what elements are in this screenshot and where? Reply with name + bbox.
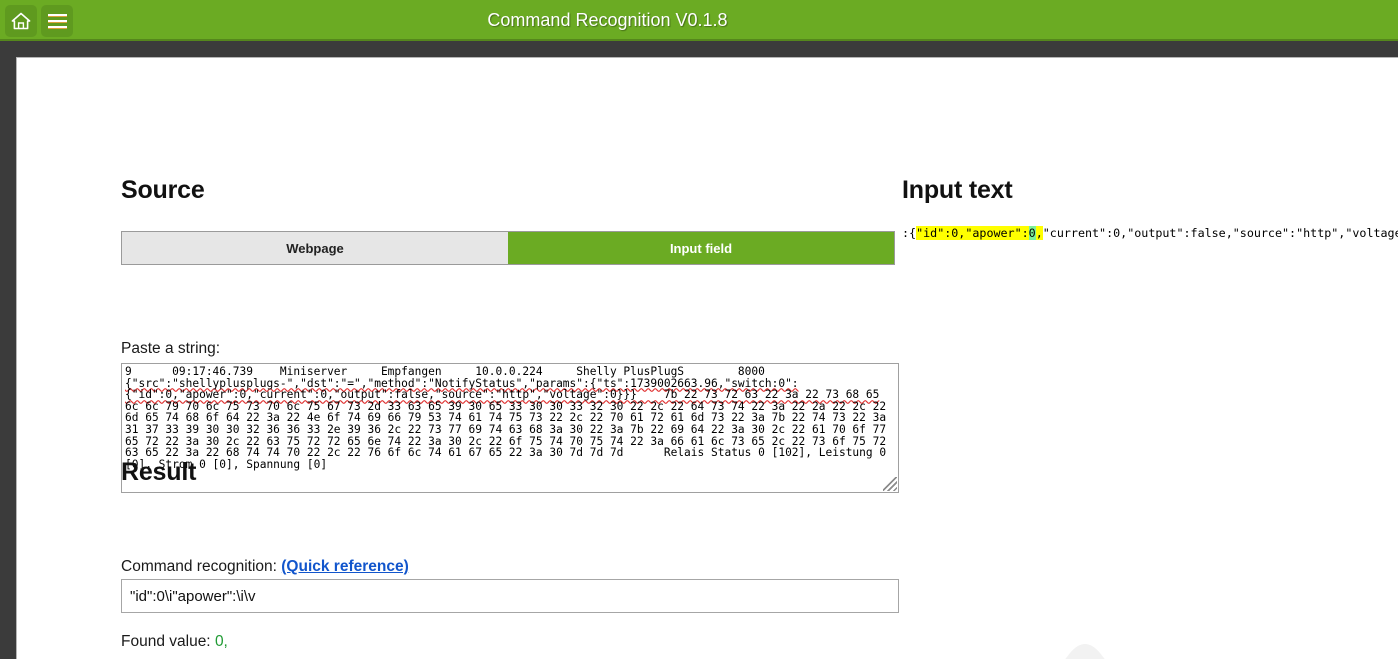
input-text-heading: Input text <box>902 176 1013 204</box>
textarea-line: 63 65 22 3a 22 68 74 74 70 22 2c 22 76 6… <box>125 446 887 460</box>
tab-input-field[interactable]: Input field <box>508 232 894 264</box>
textarea-resize-handle[interactable] <box>883 477 897 491</box>
app-title: Command Recognition V0.1.8 <box>487 10 728 30</box>
source-heading: Source <box>121 176 205 204</box>
page-content: Source Webpage Input field Paste a strin… <box>17 58 1398 659</box>
found-value-line: Found value: 0, <box>121 633 228 651</box>
command-recognition-input[interactable]: "id":0\i"apower":\i\v <box>121 579 899 613</box>
command-recognition-label: Command recognition: <box>121 558 277 575</box>
paste-string-label: Paste a string: <box>121 340 221 357</box>
textarea-line: [0], Strom 0 [0], Spannung [0] <box>125 457 328 471</box>
input-text-match-highlight-tail: , <box>1035 226 1043 240</box>
input-text-value-highlight: 0 <box>1028 226 1036 240</box>
textarea-line: 31 37 33 39 30 30 32 36 36 33 2e 39 36 2… <box>125 422 887 436</box>
paste-string-textarea[interactable]: 9 09:17:46.739 Miniserver Empfangen 10.0… <box>121 363 899 493</box>
input-text-match-highlight: "id":0,"apower": <box>916 226 1029 240</box>
textarea-line: 9 09:17:46.739 Miniserver Empfangen 10.0… <box>125 365 765 378</box>
input-text-suffix: "current":0,"output":false,"source":"htt… <box>1042 226 1398 240</box>
page-sheet: Source Webpage Input field Paste a strin… <box>16 57 1398 659</box>
app-header: Command Recognition V0.1.8 <box>0 0 1398 41</box>
command-recognition-line: Command recognition: (Quick reference) <box>121 558 409 576</box>
textarea-content: 9 09:17:46.739 Miniserver Empfangen 10.0… <box>125 365 898 471</box>
input-text-display: :{"id":0,"apower":0,"current":0,"output"… <box>902 226 1398 240</box>
source-tab-group: Webpage Input field <box>121 231 895 265</box>
found-value-label: Found value: <box>121 633 211 650</box>
command-recognition-value: "id":0\i"apower":\i\v <box>130 587 256 605</box>
quick-reference-link[interactable]: (Quick reference) <box>281 558 409 575</box>
result-heading: Result <box>121 458 197 486</box>
found-value-text: 0, <box>214 633 228 650</box>
input-text-prefix: :{ <box>902 226 917 240</box>
tab-webpage[interactable]: Webpage <box>122 232 508 264</box>
